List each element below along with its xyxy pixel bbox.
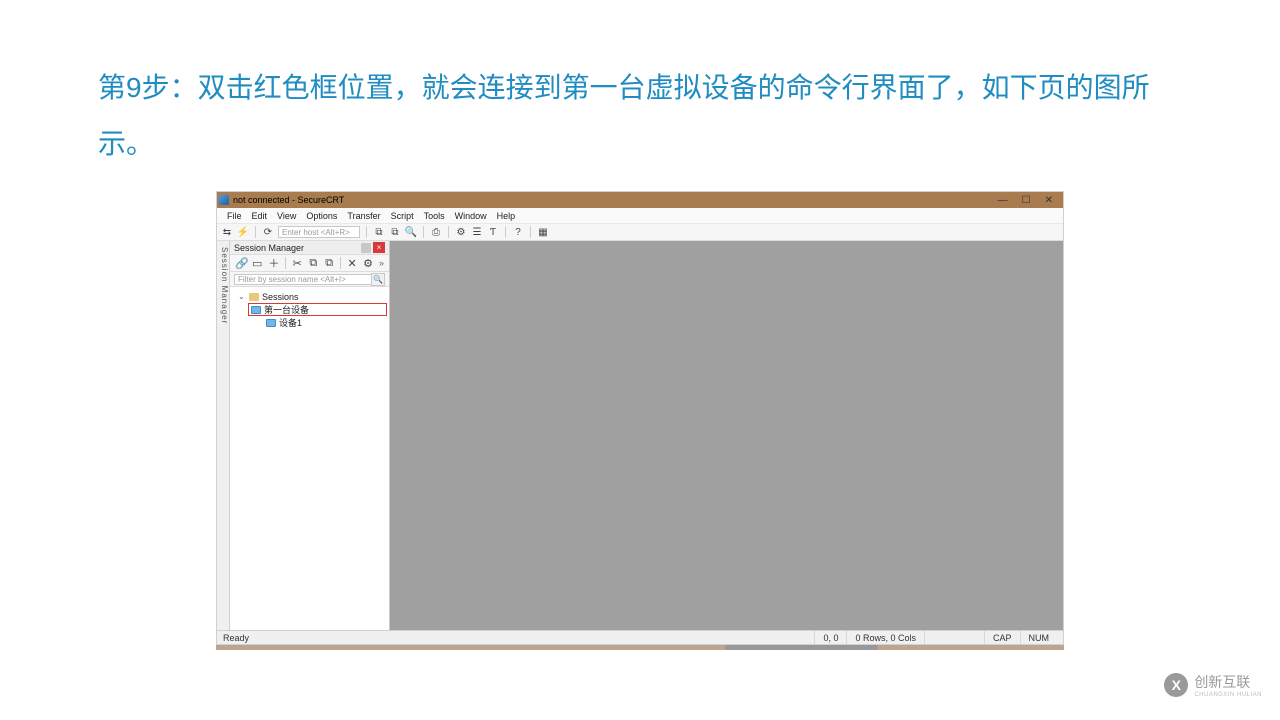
session-label: 设备1 (279, 316, 302, 329)
copy-icon[interactable]: ⧉ (373, 226, 385, 238)
new-session-icon[interactable]: ＋ (268, 255, 279, 271)
title-bar: not connected - SecureCRT — ☐ ✕ (217, 192, 1063, 208)
panel-close-button[interactable]: × (373, 242, 385, 253)
separator-icon (530, 226, 531, 238)
host-input[interactable]: Enter host <Alt+R> (278, 226, 360, 238)
separator-icon (423, 226, 424, 238)
terminal-area (390, 241, 1063, 630)
menu-options[interactable]: Options (306, 211, 337, 221)
separator-icon (448, 226, 449, 238)
filter-input[interactable]: Filter by session name <Alt+I> (234, 274, 371, 285)
watermark-logo: X 创新互联 CHUANGXIN HULIAN (1164, 672, 1262, 698)
copy-icon[interactable]: ⧉ (308, 257, 318, 270)
status-encoding (924, 631, 984, 644)
close-button[interactable]: ✕ (1045, 195, 1053, 206)
link-icon[interactable]: 🔗 (235, 257, 246, 270)
overflow-icon[interactable]: » (379, 258, 384, 268)
options-icon[interactable]: ☰ (471, 226, 483, 238)
separator-icon (255, 226, 256, 238)
status-caps: CAP (984, 631, 1020, 644)
logo-text: 创新互联 (1194, 674, 1250, 690)
separator-icon (505, 226, 506, 238)
new-folder-icon[interactable]: ▭ (252, 257, 262, 270)
status-num: NUM (1020, 631, 1058, 644)
filter-row: Filter by session name <Alt+I> 🔍 (230, 272, 389, 287)
expand-icon[interactable]: ⌄ (238, 292, 246, 301)
paste-icon[interactable]: ⧉ (324, 257, 334, 270)
menu-help[interactable]: Help (497, 211, 516, 221)
about-icon[interactable]: ▦ (537, 226, 549, 238)
menu-tools[interactable]: Tools (424, 211, 445, 221)
help-icon[interactable]: ? (512, 226, 524, 238)
tree-root-label: Sessions (262, 292, 299, 302)
terminal-icon (266, 319, 276, 327)
separator-icon (366, 226, 367, 238)
status-rows-cols: 0 Rows, 0 Cols (846, 631, 924, 644)
logo-subtext: CHUANGXIN HULIAN (1194, 692, 1262, 698)
menu-view[interactable]: View (277, 211, 296, 221)
script-icon[interactable]: Ƭ (487, 226, 499, 238)
minimize-button[interactable]: — (998, 195, 1008, 206)
menu-file[interactable]: File (227, 211, 242, 221)
menu-bar: File Edit View Options Transfer Script T… (217, 208, 1063, 224)
folder-icon (249, 293, 259, 301)
panel-title: Session Manager (234, 243, 361, 253)
terminal-icon (251, 306, 261, 314)
main-toolbar: ⇆ ⚡ ⟳ Enter host <Alt+R> ⧉ ⧉ 🔍 ⎙ ⚙ ☰ Ƭ ?… (217, 224, 1063, 241)
session-label: 第一台设备 (264, 303, 309, 316)
panel-toolbar: 🔗 ▭ ＋ ✂ ⧉ ⧉ ✕ ⚙ » (230, 255, 389, 272)
connect-icon[interactable]: ⇆ (221, 226, 233, 238)
app-body: Session Manager Session Manager × 🔗 ▭ ＋ … (217, 241, 1063, 630)
session-tree: ⌄ Sessions 第一台设备 设备1 (230, 287, 389, 630)
print-icon[interactable]: ⎙ (430, 226, 442, 238)
pin-icon[interactable] (361, 243, 371, 253)
delete-icon[interactable]: ✕ (347, 257, 357, 270)
properties-icon[interactable]: ⚙ (363, 257, 373, 270)
menu-edit[interactable]: Edit (252, 211, 268, 221)
window-controls: — ☐ ✕ (998, 192, 1063, 208)
logo-badge-icon: X (1164, 673, 1188, 697)
paste-icon[interactable]: ⧉ (389, 226, 401, 238)
session-manager-panel: Session Manager × 🔗 ▭ ＋ ✂ ⧉ ⧉ ✕ ⚙ » Filt… (230, 241, 390, 630)
search-icon[interactable]: 🔍 (371, 273, 385, 286)
status-ready: Ready (223, 633, 249, 643)
tree-root-sessions[interactable]: ⌄ Sessions (238, 290, 385, 303)
instruction-text: 第9步：双击红色框位置，就会连接到第一台虚拟设备的命令行界面了，如下页的图所示。 (98, 60, 1178, 172)
settings-icon[interactable]: ⚙ (455, 226, 467, 238)
decorative-strip (216, 645, 1064, 650)
menu-window[interactable]: Window (455, 211, 487, 221)
quick-connect-icon[interactable]: ⚡ (237, 226, 249, 238)
reconnect-icon[interactable]: ⟳ (262, 226, 274, 238)
window-title: not connected - SecureCRT (233, 195, 344, 205)
maximize-button[interactable]: ☐ (1022, 195, 1031, 206)
panel-header: Session Manager × (230, 241, 389, 255)
securecrt-window: not connected - SecureCRT — ☐ ✕ File Edi… (216, 191, 1064, 645)
find-icon[interactable]: 🔍 (405, 226, 417, 238)
highlighted-session[interactable]: 第一台设备 (248, 303, 387, 316)
status-cursor-pos: 0, 0 (814, 631, 846, 644)
status-bar: Ready 0, 0 0 Rows, 0 Cols CAP NUM (217, 630, 1063, 644)
session-item[interactable]: 设备1 (238, 316, 385, 329)
menu-script[interactable]: Script (391, 211, 414, 221)
menu-transfer[interactable]: Transfer (347, 211, 380, 221)
app-icon (219, 195, 229, 205)
side-tab-session-manager[interactable]: Session Manager (217, 241, 230, 630)
separator-icon (285, 257, 286, 269)
separator-icon (340, 257, 341, 269)
cut-icon[interactable]: ✂ (292, 257, 302, 270)
